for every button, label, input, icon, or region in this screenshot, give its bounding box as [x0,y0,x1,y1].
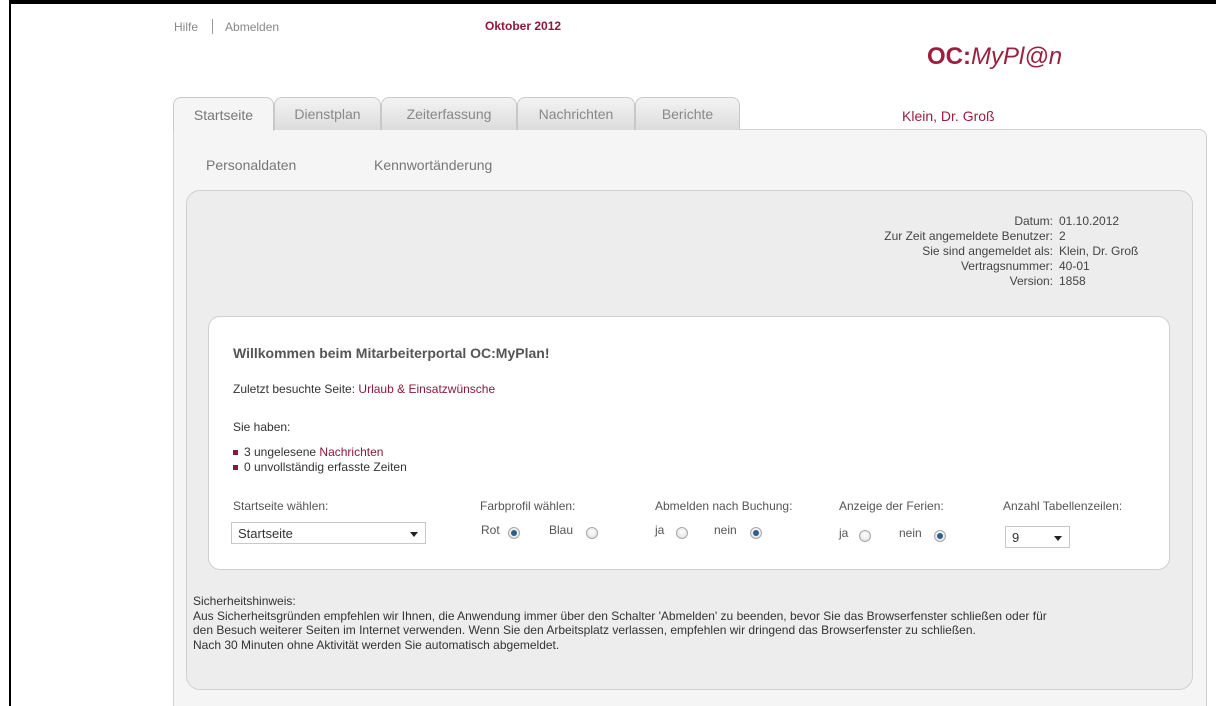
radio-label-logout-nein: nein [714,523,737,537]
info-label: Datum: [1014,214,1053,228]
radio-label-blau: Blau [549,523,574,537]
tab-dienstplan[interactable]: Dienstplan [274,97,381,130]
logo-oc: OC: [927,43,971,70]
logout-after-booking-label: Abmelden nach Buchung: [655,499,793,513]
info-row: Datum: 01.10.2012 [870,214,1179,229]
session-info: Datum: 01.10.2012 Zur Zeit angemeldete Be… [870,214,1179,289]
info-label: Zur Zeit angemeldete Benutzer: [884,229,1053,243]
holidays-label: Anzeige der Ferien: [839,499,944,513]
chevron-down-icon [410,532,418,537]
startpage-label: Startseite wählen: [233,499,329,513]
tab-label: Zeiterfassung [406,106,492,122]
unread-count-text: 3 ungelesene [244,445,317,459]
info-value: 2 [1059,229,1066,243]
radio-holidays-nein[interactable] [934,530,946,542]
incomplete-times-text: 0 unvollständig erfasste Zeiten [244,460,407,474]
table-rows-select[interactable]: 9 [1005,526,1070,548]
table-rows-label: Anzahl Tabellenzeilen: [1003,499,1123,513]
info-row: Zur Zeit angemeldete Benutzer: 2 [870,229,1179,244]
radio-label-holidays-ja: ja [839,526,849,540]
tab-nachrichten[interactable]: Nachrichten [517,97,635,130]
info-value: 01.10.2012 [1059,214,1120,228]
info-row: Vertragsnummer: 40-01 [870,259,1179,274]
you-have-label: Sie haben: [233,420,291,434]
logged-in-user: Klein, Dr. Groß [902,108,995,124]
logout-link[interactable]: Abmelden [225,20,279,34]
tab-label: Nachrichten [538,106,614,122]
security-note-line: den Besuch weiterer Seiten im Internet v… [193,623,976,637]
bullet-icon [233,450,238,455]
startpage-select-value: Startseite [238,526,293,541]
subnav-kennwortaenderung[interactable]: Kennwortänderung [374,157,492,173]
info-label: Version: [1009,274,1053,288]
bullet-icon [233,465,238,470]
list-item: 3 ungelesene Nachrichten [233,445,407,460]
radio-holidays-ja[interactable] [859,530,871,542]
security-note-line: Nach 30 Minuten ohne Aktivität werden Si… [193,637,560,652]
chevron-down-icon [1054,536,1062,541]
tab-zeiterfassung[interactable]: Zeiterfassung [381,97,517,130]
startpage-select[interactable]: Startseite [231,522,426,544]
logo-myplan: MyPl@n [971,43,1063,70]
security-note: Sicherheitshinweis: Aus Sicherheitsgründ… [193,594,1173,652]
color-profile-label: Farbprofil wählen: [480,499,576,513]
welcome-title: Willkommen beim Mitarbeiterportal OC:MyP… [233,345,550,361]
current-month: Oktober 2012 [485,19,562,33]
window-frame-left [9,0,11,706]
help-link[interactable]: Hilfe [174,20,198,34]
info-label: Vertragsnummer: [960,259,1053,273]
list-item: 0 unvollständig erfasste Zeiten [233,460,407,475]
top-links: Hilfe Abmelden [174,19,279,34]
radio-logout-ja[interactable] [676,527,688,539]
tab-label: Berichte [661,106,714,122]
info-row: Sie sind angemeldet als: Klein, Dr. Groß [870,244,1179,259]
tab-berichte[interactable]: Berichte [635,97,740,130]
notification-list: 3 ungelesene Nachrichten 0 unvollständig… [233,445,407,475]
security-note-title: Sicherheitshinweis: [193,594,296,608]
radio-label-holidays-nein: nein [899,526,922,540]
last-visited-link[interactable]: Urlaub & Einsatzwünsche [358,382,495,396]
radio-label-rot: Rot [481,523,500,537]
tab-label: Dienstplan [294,106,361,122]
info-value: 40-01 [1059,259,1090,273]
radio-label-logout-ja: ja [655,523,665,537]
radio-color-blau[interactable] [586,527,598,539]
app-logo: OC:MyPl@n [927,43,1062,71]
last-visited: Zuletzt besuchte Seite: Urlaub & Einsatz… [233,382,495,396]
radio-color-rot[interactable] [508,527,520,539]
subnav-personaldaten[interactable]: Personaldaten [206,157,296,173]
top-links-separator [212,19,214,34]
last-visited-label: Zuletzt besuchte Seite: [233,382,356,396]
info-row: Version: 1858 [870,274,1179,289]
radio-logout-nein[interactable] [750,527,762,539]
table-rows-select-value: 9 [1012,530,1020,545]
info-label: Sie sind angemeldet als: [922,244,1053,258]
window-frame-top [9,0,1216,4]
messages-link[interactable]: Nachrichten [319,445,383,460]
info-value: 1858 [1059,274,1086,288]
tab-label: Startseite [193,106,254,123]
info-value: Klein, Dr. Groß [1059,244,1139,258]
tab-startseite[interactable]: Startseite [173,97,274,131]
security-note-line: Aus Sicherheitsgründen empfehlen wir Ihn… [193,608,1047,623]
